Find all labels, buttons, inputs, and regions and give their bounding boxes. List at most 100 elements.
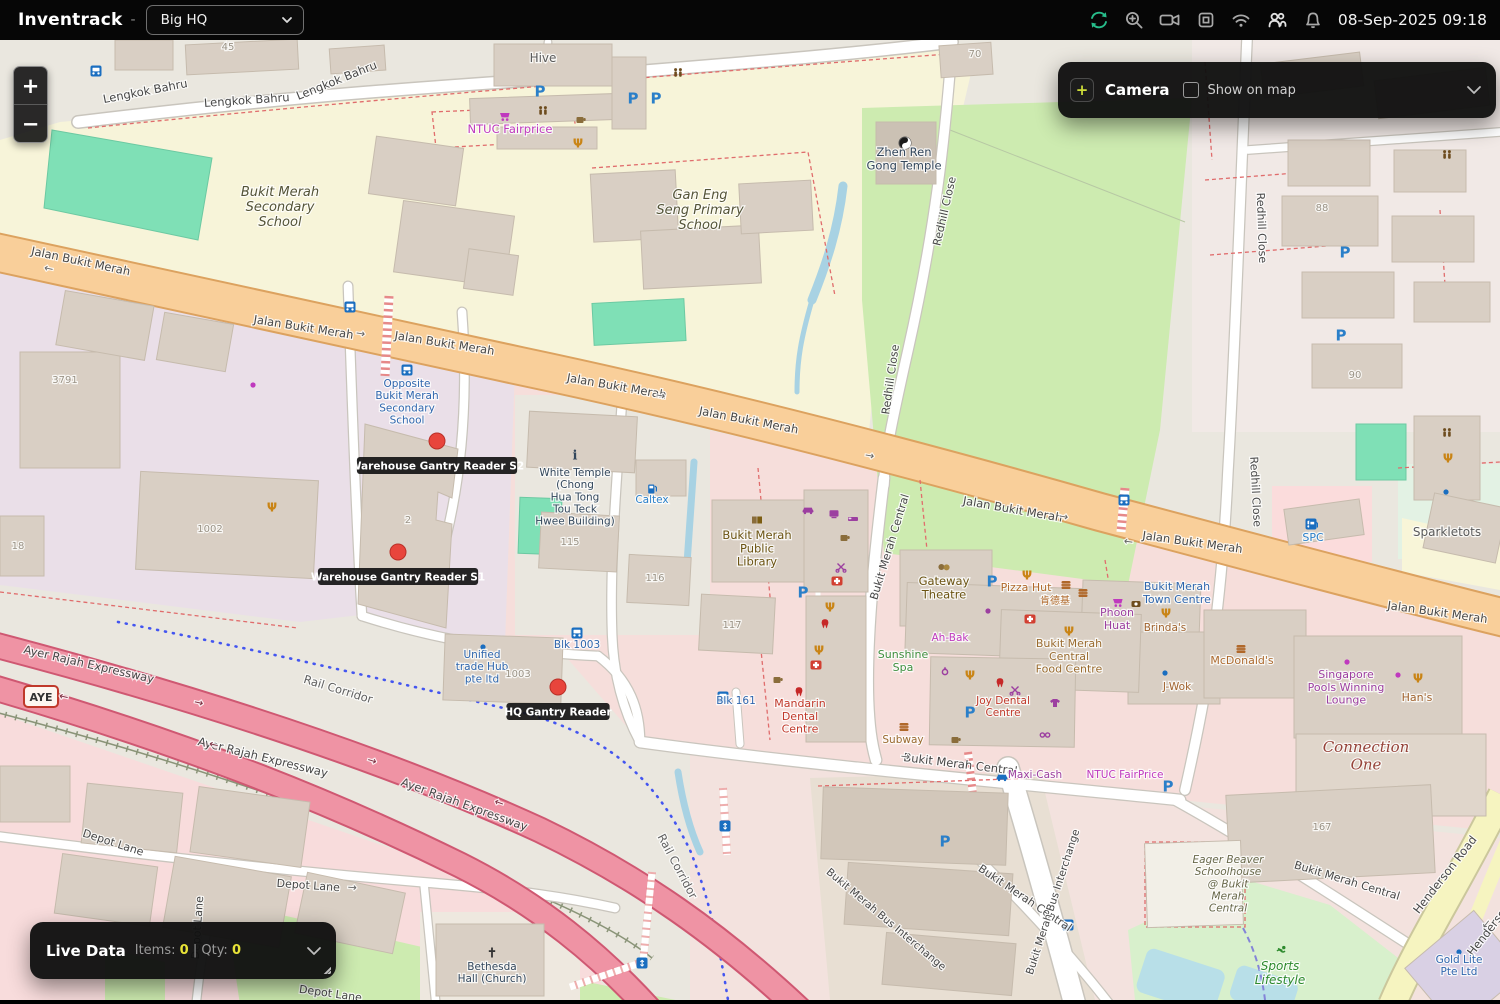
wifi-icon[interactable] xyxy=(1230,9,1252,31)
map-label: Ah-Bak xyxy=(932,632,970,644)
svg-text:P: P xyxy=(798,583,809,601)
svg-text:↕: ↕ xyxy=(721,822,729,832)
map-label: Caltex xyxy=(635,494,668,506)
busstop-icon xyxy=(1118,494,1130,506)
map-label: 1003 xyxy=(505,669,530,680)
map-label: Pizza Hut xyxy=(1001,581,1052,594)
users-icon[interactable] xyxy=(1265,9,1289,31)
restaurant-icon: Ψ xyxy=(267,500,277,514)
parking-icon: P xyxy=(798,583,809,601)
zoom-out-button[interactable]: − xyxy=(14,105,47,142)
map-label: Zhen Ren Gong Temple xyxy=(866,145,941,172)
restaurant-icon: Ψ xyxy=(825,600,835,614)
qty-value: 0 xyxy=(231,943,242,958)
map-label: 1002 xyxy=(197,524,222,535)
map-label: Gold Lite Pte Ltd xyxy=(1436,954,1483,978)
parking-icon: P xyxy=(651,89,662,107)
elevator-icon: ↕ xyxy=(719,820,731,832)
burger-icon xyxy=(899,723,909,731)
svg-text:Ψ: Ψ xyxy=(573,136,583,150)
zoom-in-button[interactable]: + xyxy=(14,67,47,104)
svg-text:P: P xyxy=(940,832,951,850)
parking-icon: P xyxy=(965,703,976,721)
svg-text:P: P xyxy=(1163,777,1174,795)
map-label: Sparkletots xyxy=(1413,525,1481,539)
map-label: 116 xyxy=(645,573,664,584)
svg-text:Ψ: Ψ xyxy=(1443,451,1453,465)
video-camera-icon[interactable] xyxy=(1158,9,1182,31)
parking-icon: P xyxy=(628,89,639,107)
parking-icon: P xyxy=(1163,777,1174,795)
chip-scanner-icon[interactable] xyxy=(1195,9,1217,31)
svg-text:P: P xyxy=(535,82,546,100)
dot-icon xyxy=(250,382,256,388)
dot-icon xyxy=(1443,489,1449,495)
svg-text:P: P xyxy=(651,89,662,107)
clock-timestamp: 08-Sep-2025 09:18 xyxy=(1337,11,1487,29)
svg-text:Ψ: Ψ xyxy=(267,500,277,514)
restaurant-icon: Ψ xyxy=(1413,671,1423,685)
map-label: Sports Lifestyle xyxy=(1255,959,1305,987)
live-data-collapse-chevron[interactable] xyxy=(306,946,322,956)
burger-icon xyxy=(1236,645,1246,653)
map-label: 45 xyxy=(222,42,235,53)
map-label: 88 xyxy=(1316,203,1329,214)
map-label: Subway xyxy=(882,734,923,746)
map-label: 肯德基 xyxy=(1040,594,1070,607)
burger-icon xyxy=(1078,589,1088,597)
live-data-panel: Live Data Items: 0 | Qty: 0 xyxy=(30,922,336,979)
map-label: Blk 161 xyxy=(716,695,756,707)
dot-icon xyxy=(1162,670,1168,676)
items-label: Items: xyxy=(134,943,176,958)
site-selector-value: Big HQ xyxy=(160,12,208,28)
site-selector-dropdown[interactable]: Big HQ xyxy=(145,5,304,35)
sync-icon[interactable] xyxy=(1088,9,1110,31)
busstop-icon xyxy=(401,364,413,376)
svg-text:Ψ: Ψ xyxy=(965,668,975,682)
zoom-search-icon[interactable] xyxy=(1123,9,1145,31)
map-label: 167 xyxy=(1312,822,1331,833)
busstop-icon xyxy=(90,65,102,77)
medical-icon xyxy=(831,576,843,586)
map-marker-label: Warehouse Gantry Reader S2 xyxy=(350,461,524,473)
road-shield-aye: AYE xyxy=(23,685,59,708)
svg-text:P: P xyxy=(965,703,976,721)
map-zoom-control: + − xyxy=(13,66,48,143)
restaurant-icon: Ψ xyxy=(1161,606,1171,620)
busstop-icon xyxy=(571,627,583,639)
camera-panel-collapse-chevron[interactable] xyxy=(1466,85,1482,95)
bell-icon[interactable] xyxy=(1302,9,1324,31)
map-label: Bethesda Hall (Church) xyxy=(458,961,527,985)
map-label: Redhill Close xyxy=(1254,192,1269,263)
parking-icon: P xyxy=(1340,243,1351,261)
map-label: Blk 1003 xyxy=(554,639,600,651)
map-label: McDonald's xyxy=(1210,654,1274,667)
show-on-map-checkbox[interactable] xyxy=(1183,82,1200,98)
map-label: Phoon Huat xyxy=(1100,606,1134,632)
svg-text:Ψ: Ψ xyxy=(814,643,824,657)
dot-icon xyxy=(1395,672,1401,678)
map-label: 115 xyxy=(560,537,579,548)
parking-icon: P xyxy=(1336,326,1347,344)
map-label: 3791 xyxy=(52,375,77,386)
restaurant-icon: Ψ xyxy=(573,136,583,150)
live-data-divider: | xyxy=(192,943,198,958)
camera-panel: + Camera Show on map xyxy=(1058,62,1496,118)
map-label: NTUC Fairprice xyxy=(468,122,553,136)
map-canvas[interactable]: AYE P P P P P P P P P P ↕ ↕ Ψ Ψ Ψ Ψ Ψ Ψ Ψ Ψ Ψ Ψi Lengkok Bahr… xyxy=(0,0,1500,1004)
camera-add-button[interactable]: + xyxy=(1070,78,1094,102)
map-label: Hive xyxy=(530,51,557,65)
restaurant-icon: Ψ xyxy=(814,643,824,657)
qty-label: Qty: xyxy=(201,943,228,958)
svg-text:P: P xyxy=(1340,243,1351,261)
svg-text:Ψ: Ψ xyxy=(1413,671,1423,685)
bed-icon xyxy=(848,517,858,521)
svg-text:P: P xyxy=(628,89,639,107)
map-label: Han's xyxy=(1402,691,1433,704)
map-label: Mandarin Dental Centre xyxy=(774,697,826,736)
svg-text:Ψ: Ψ xyxy=(825,600,835,614)
map-marker-label: Warehouse Gantry Reader S1 xyxy=(311,572,485,584)
map-label: 90 xyxy=(1349,370,1362,381)
svg-text:P: P xyxy=(1336,326,1347,344)
resize-handle[interactable] xyxy=(321,964,331,974)
